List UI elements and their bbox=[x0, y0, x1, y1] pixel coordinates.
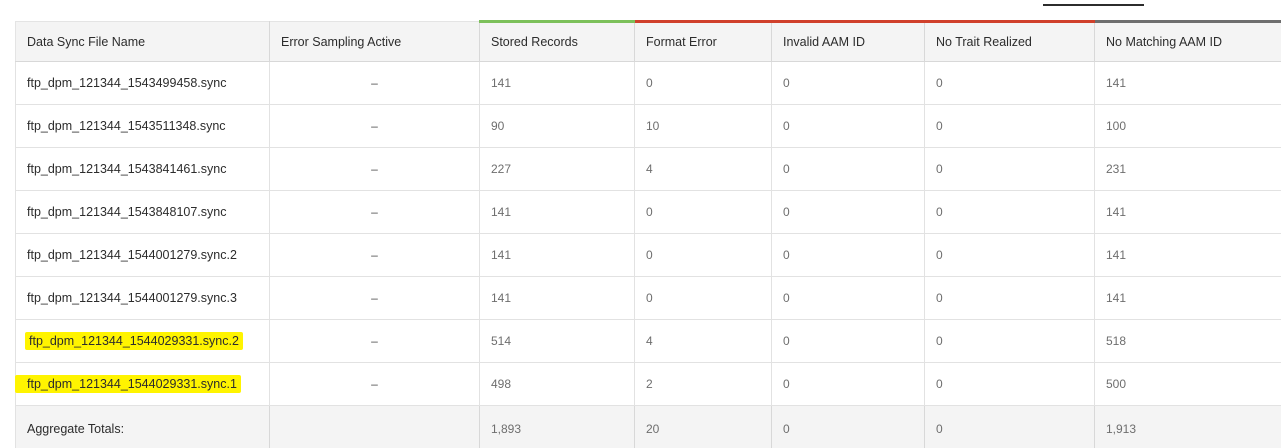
column-header-format-error[interactable]: Format Error bbox=[634, 20, 772, 62]
invalid-aam-id-cell: 0 bbox=[771, 147, 925, 191]
stored-records-cell: 514 bbox=[479, 319, 635, 363]
stored-records-cell: 227 bbox=[479, 147, 635, 191]
no-matching-aam-id-cell: 500 bbox=[1094, 362, 1281, 406]
error-sampling-cell: – bbox=[269, 233, 480, 277]
no-trait-realized-cell: 0 bbox=[924, 147, 1095, 191]
no-matching-aam-id-cell: 518 bbox=[1094, 319, 1281, 363]
no-matching-aam-id-cell: 141 bbox=[1094, 233, 1281, 277]
file-name-highlighted: ftp_dpm_121344_1544029331.sync.1 bbox=[15, 375, 241, 393]
no-trait-realized-cell: 0 bbox=[924, 61, 1095, 105]
invalid-aam-id-cell: 0 bbox=[771, 362, 925, 406]
file-name-cell: ftp_dpm_121344_1544029331.sync.2 bbox=[15, 319, 270, 363]
totals-error-sampling-cell bbox=[269, 405, 480, 448]
table-row: ftp_dpm_121344_1544001279.sync.2 – 141 0… bbox=[15, 233, 1281, 277]
invalid-aam-id-cell: 0 bbox=[771, 190, 925, 234]
column-header-file-name[interactable]: Data Sync File Name bbox=[15, 21, 270, 62]
format-error-cell: 0 bbox=[634, 190, 772, 234]
stored-records-cell: 90 bbox=[479, 104, 635, 148]
totals-label: Aggregate Totals: bbox=[15, 405, 270, 448]
column-header-error-sampling[interactable]: Error Sampling Active bbox=[269, 21, 480, 62]
stored-records-cell: 141 bbox=[479, 233, 635, 277]
table-row: ftp_dpm_121344_1544001279.sync.3 – 141 0… bbox=[15, 276, 1281, 320]
data-sync-table: Data Sync File Name Error Sampling Activ… bbox=[15, 20, 1281, 448]
column-header-no-matching-aam-id[interactable]: No Matching AAM ID bbox=[1094, 20, 1281, 62]
file-name: ftp_dpm_121344_1543841461.sync bbox=[27, 162, 227, 176]
table-row: ftp_dpm_121344_1543848107.sync – 141 0 0… bbox=[15, 190, 1281, 234]
stored-records-cell: 498 bbox=[479, 362, 635, 406]
totals-no-matching-aam-id: 1,913 bbox=[1094, 405, 1281, 448]
file-name-highlighted: ftp_dpm_121344_1544029331.sync.2 bbox=[25, 332, 243, 350]
file-name-cell: ftp_dpm_121344_1543841461.sync bbox=[15, 147, 270, 191]
table-row: ftp_dpm_121344_1543499458.sync – 141 0 0… bbox=[15, 61, 1281, 105]
format-error-cell: 4 bbox=[634, 147, 772, 191]
error-sampling-cell: – bbox=[269, 147, 480, 191]
table-header-row: Data Sync File Name Error Sampling Activ… bbox=[15, 20, 1281, 62]
no-matching-aam-id-cell: 100 bbox=[1094, 104, 1281, 148]
file-name: ftp_dpm_121344_1543511348.sync bbox=[27, 119, 226, 133]
no-matching-aam-id-cell: 141 bbox=[1094, 190, 1281, 234]
format-error-cell: 4 bbox=[634, 319, 772, 363]
file-name-cell: ftp_dpm_121344_1543499458.sync bbox=[15, 61, 270, 105]
error-sampling-cell: – bbox=[269, 190, 480, 234]
totals-format-error: 20 bbox=[634, 405, 772, 448]
no-matching-aam-id-cell: 141 bbox=[1094, 61, 1281, 105]
format-error-cell: 0 bbox=[634, 276, 772, 320]
no-trait-realized-cell: 0 bbox=[924, 319, 1095, 363]
table-row: ftp_dpm_121344_1543841461.sync – 227 4 0… bbox=[15, 147, 1281, 191]
error-sampling-cell: – bbox=[269, 362, 480, 406]
error-sampling-cell: – bbox=[269, 104, 480, 148]
stored-records-cell: 141 bbox=[479, 190, 635, 234]
totals-stored-records: 1,893 bbox=[479, 405, 635, 448]
no-matching-aam-id-cell: 231 bbox=[1094, 147, 1281, 191]
no-trait-realized-cell: 0 bbox=[924, 104, 1095, 148]
invalid-aam-id-cell: 0 bbox=[771, 319, 925, 363]
totals-no-trait-realized: 0 bbox=[924, 405, 1095, 448]
file-name: ftp_dpm_121344_1543499458.sync bbox=[27, 76, 227, 90]
file-name-cell: ftp_dpm_121344_1544001279.sync.3 bbox=[15, 276, 270, 320]
totals-invalid-aam-id: 0 bbox=[771, 405, 925, 448]
no-trait-realized-cell: 0 bbox=[924, 362, 1095, 406]
table-row: ftp_dpm_121344_1544029331.sync.2 – 514 4… bbox=[15, 319, 1281, 363]
aggregate-totals-row: Aggregate Totals: 1,893 20 0 0 1,913 bbox=[15, 405, 1281, 448]
stored-records-cell: 141 bbox=[479, 276, 635, 320]
file-name-cell: ftp_dpm_121344_1544001279.sync.2 bbox=[15, 233, 270, 277]
file-name: ftp_dpm_121344_1544001279.sync.2 bbox=[27, 248, 237, 262]
column-header-no-trait-realized[interactable]: No Trait Realized bbox=[924, 20, 1095, 62]
error-sampling-cell: – bbox=[269, 276, 480, 320]
column-header-stored-records[interactable]: Stored Records bbox=[479, 20, 635, 62]
file-name-cell: ftp_dpm_121344_1543511348.sync bbox=[15, 104, 270, 148]
no-trait-realized-cell: 0 bbox=[924, 190, 1095, 234]
no-trait-realized-cell: 0 bbox=[924, 276, 1095, 320]
table-row: ftp_dpm_121344_1544029331.sync.1 – 498 2… bbox=[15, 362, 1281, 406]
active-tab-indicator bbox=[1043, 4, 1144, 6]
table-row: ftp_dpm_121344_1543511348.sync – 90 10 0… bbox=[15, 104, 1281, 148]
column-header-invalid-aam-id[interactable]: Invalid AAM ID bbox=[771, 20, 925, 62]
format-error-cell: 2 bbox=[634, 362, 772, 406]
invalid-aam-id-cell: 0 bbox=[771, 61, 925, 105]
file-name: ftp_dpm_121344_1543848107.sync bbox=[27, 205, 227, 219]
file-name-cell: ftp_dpm_121344_1543848107.sync bbox=[15, 190, 270, 234]
file-name: ftp_dpm_121344_1544001279.sync.3 bbox=[27, 291, 237, 305]
invalid-aam-id-cell: 0 bbox=[771, 104, 925, 148]
format-error-cell: 0 bbox=[634, 233, 772, 277]
error-sampling-cell: – bbox=[269, 61, 480, 105]
no-trait-realized-cell: 0 bbox=[924, 233, 1095, 277]
no-matching-aam-id-cell: 141 bbox=[1094, 276, 1281, 320]
invalid-aam-id-cell: 0 bbox=[771, 276, 925, 320]
stored-records-cell: 141 bbox=[479, 61, 635, 105]
invalid-aam-id-cell: 0 bbox=[771, 233, 925, 277]
format-error-cell: 0 bbox=[634, 61, 772, 105]
format-error-cell: 10 bbox=[634, 104, 772, 148]
file-name-cell: ftp_dpm_121344_1544029331.sync.1 bbox=[15, 362, 270, 406]
error-sampling-cell: – bbox=[269, 319, 480, 363]
page: Data Sync File Name Error Sampling Activ… bbox=[0, 0, 1281, 448]
